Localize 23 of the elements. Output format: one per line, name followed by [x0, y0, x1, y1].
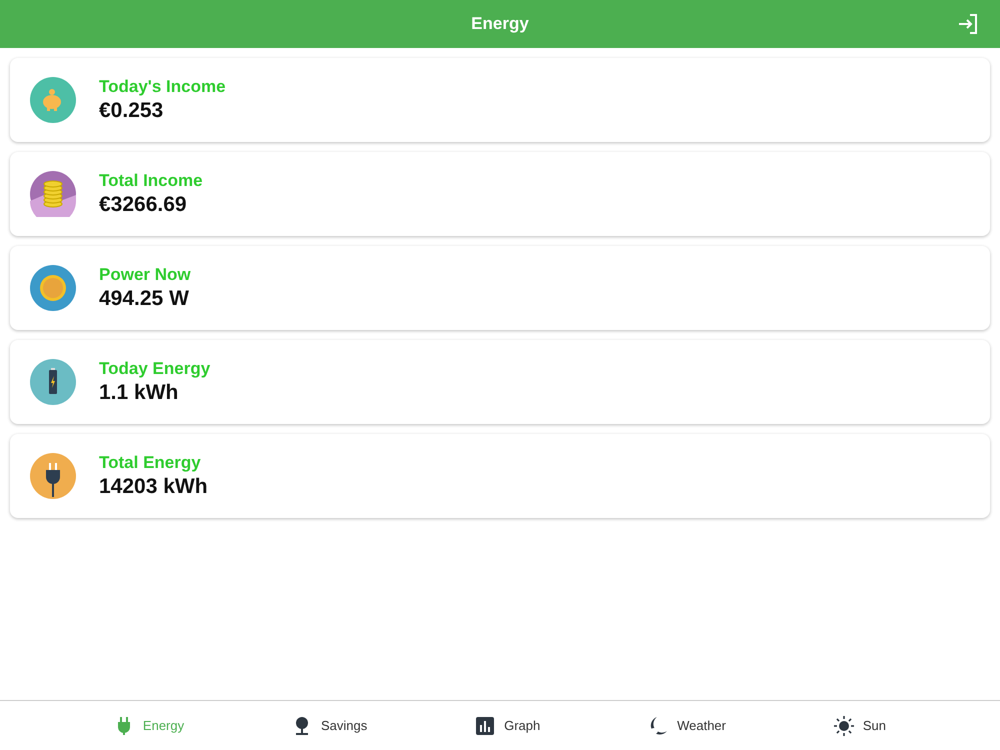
stat-value: €0.253: [99, 99, 164, 123]
sun-icon: [30, 265, 76, 311]
bar-chart-icon: [475, 716, 496, 736]
stat-value: 494.25 W: [99, 287, 190, 311]
piggy-bank-icon: [30, 77, 76, 123]
stat-label: Today Energy: [99, 359, 210, 379]
coin-stack-icon: [30, 171, 76, 217]
stat-value: €3266.69: [99, 193, 188, 217]
stat-label: Total Income: [99, 171, 203, 191]
battery-icon: [30, 359, 76, 405]
plug-icon: [30, 453, 76, 499]
header-title: Energy: [471, 14, 529, 34]
stat-label: Power Now: [99, 265, 191, 285]
sun-icon: [834, 716, 854, 736]
stat-label: Total Energy: [99, 453, 202, 473]
tab[interactable]: Graph: [471, 712, 544, 740]
logout-button[interactable]: [956, 12, 980, 36]
tab[interactable]: Sun: [830, 712, 890, 740]
tab[interactable]: Weather: [644, 712, 730, 740]
stat-value: 14203 kWh: [99, 475, 208, 499]
tab[interactable]: Savings: [288, 712, 372, 740]
stat-value: 1.1 kWh: [99, 381, 180, 405]
stat-label: Today's Income: [99, 77, 226, 97]
